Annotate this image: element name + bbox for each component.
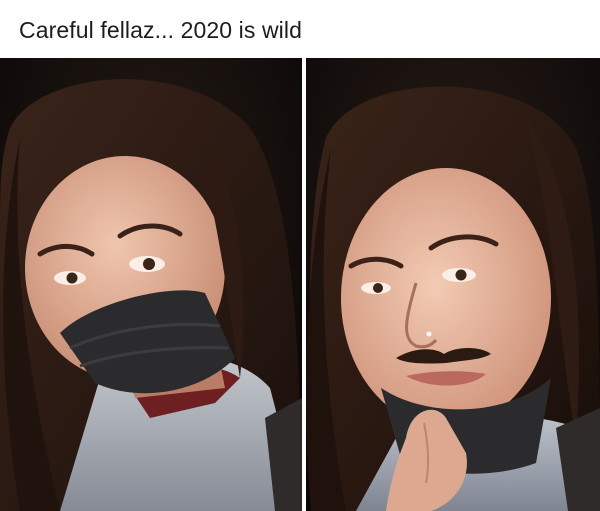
photo-left-masked	[0, 58, 302, 511]
photo-right-mustache	[306, 58, 600, 511]
photo-left-illustration	[0, 58, 302, 511]
caption-bar: Careful fellaz... 2020 is wild	[0, 0, 600, 58]
post-caption: Careful fellaz... 2020 is wild	[19, 17, 302, 43]
photo-right-illustration	[306, 58, 600, 511]
